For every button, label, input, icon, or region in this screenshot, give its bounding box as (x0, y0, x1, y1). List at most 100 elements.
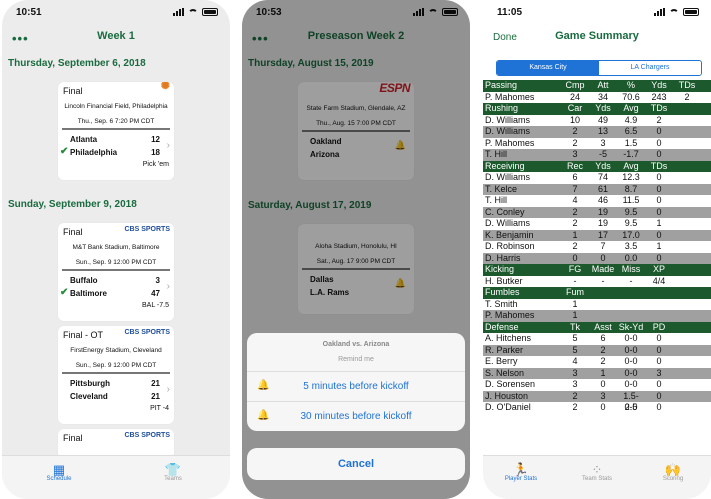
stat-cell: TDs (650, 160, 668, 171)
stats-section-header: Passing Cmp Att% Yds TDs (483, 80, 711, 92)
stats-row: E. Berry 4 2 0-0 0 (483, 356, 711, 368)
segment-la-chargers[interactable]: LA Chargers (599, 61, 701, 75)
stat-cell: 0 (656, 379, 662, 389)
stat-cell: PD (652, 321, 666, 332)
stat-cell (673, 299, 701, 311)
game-status: Final - OT (63, 330, 104, 340)
stat-cell (673, 379, 701, 391)
stat-cell: Made (591, 264, 615, 274)
stat-label: P. Mahomes (485, 310, 535, 320)
stat-label: D. Williams (485, 172, 530, 182)
stat-cell: Avg (623, 103, 639, 113)
stat-cell: 0 (656, 206, 662, 217)
away-team-row: Buffalo 3 (70, 276, 160, 285)
stat-cell: Tk (570, 321, 580, 332)
stat-cell: 0 (656, 137, 662, 148)
game-status: Final (63, 227, 83, 237)
remind-30-min-option[interactable]: 🔔 30 minutes before kickoff (247, 402, 465, 431)
stat-cell: 0 (656, 172, 662, 182)
stat-cell (673, 230, 701, 242)
stat-cell: 24 (569, 91, 580, 102)
game-summary-screen: 11:05 Done Game Summary Kansas City LA C… (483, 0, 711, 499)
stat-cell: 0-0 (624, 379, 638, 389)
stat-label: P. Mahomes (485, 91, 535, 102)
stat-cell: 0 (656, 252, 662, 263)
stat-cell: 0 (656, 126, 662, 136)
stat-cell: Avg (623, 160, 639, 171)
stat-label: Receiving (485, 160, 525, 171)
stat-cell: Miss (621, 264, 641, 274)
stat-cell: 0 (656, 402, 662, 412)
tab-schedule[interactable]: ▦ Schedule (2, 456, 116, 499)
stat-cell: 0-0 (624, 333, 638, 343)
stat-cell (673, 368, 701, 380)
nav-bar: Done Game Summary (483, 22, 711, 52)
stat-label: D. Williams (485, 114, 530, 125)
stat-cell: Cmp (565, 80, 585, 90)
stat-cell: 3 (572, 367, 578, 378)
status-bar: 10:51 (2, 0, 230, 22)
reminder-screen: 10:53 ••• Preseason Week 2 Thursday, Aug… (242, 0, 470, 499)
game-card[interactable]: Final - OT CBS SPORTS FirstEnergy Stadiu… (58, 326, 174, 424)
stat-label: A. Hitchens (485, 333, 532, 343)
stat-cell: 2 (572, 137, 578, 148)
stat-cell (673, 322, 701, 334)
stat-cell (673, 161, 701, 173)
home-team-row: Cleveland 21 (70, 392, 160, 401)
stat-cell (589, 310, 617, 322)
stat-cell (673, 402, 701, 414)
sheet-subtitle: Remind me (338, 356, 374, 363)
tab-team-stats[interactable]: ⁘ Team Stats (559, 456, 635, 499)
stat-label: D. Harris (485, 252, 521, 263)
stat-label: T. Hill (485, 149, 507, 159)
stat-cell: 2 (656, 114, 662, 125)
stat-cell: 0 (656, 195, 662, 205)
stat-cell: - (601, 275, 605, 286)
referee-icon: 🙌 (664, 462, 682, 477)
stat-label: Kicking (485, 264, 515, 274)
stat-label: Defense (485, 321, 519, 332)
tab-player-stats[interactable]: 🏃 Player Stats (483, 456, 559, 499)
stat-cell: 1 (600, 367, 606, 378)
stats-row: D. Sorensen 3 0 0-0 0 (483, 379, 711, 391)
stats-row: J. Houston 2 3 1.5-2.5 0 (483, 390, 711, 412)
stat-cell: 1.5 (624, 137, 638, 148)
segment-kansas-city[interactable]: Kansas City (497, 61, 599, 75)
tab-scoring[interactable]: 🙌 Scoring (635, 456, 711, 499)
stat-label: D. Williams (485, 218, 530, 228)
tab-teams[interactable]: 👕 Teams (116, 456, 230, 499)
game-card[interactable]: Final ✺ Lincoln Financial Field, Philade… (58, 82, 174, 180)
game-card[interactable]: Final CBS SPORTS M&T Bank Stadium, Balti… (58, 223, 174, 321)
stat-cell (673, 172, 701, 184)
stat-cell: 0-0 (624, 367, 638, 378)
chevron-right-icon: › (166, 281, 170, 292)
stat-cell: % (626, 80, 635, 90)
game-venue: M&T Bank Stadium, Baltimore (72, 244, 160, 251)
stat-cell: 9.5 (624, 218, 638, 228)
stat-cell: 74 (597, 172, 608, 182)
chevron-right-icon: › (166, 384, 170, 395)
stat-cell: 7 (600, 241, 606, 251)
stat-cell (673, 103, 701, 115)
remind-5-min-option[interactable]: 🔔 5 minutes before kickoff (247, 372, 465, 402)
game-venue: Lincoln Financial Field, Philadelphia (64, 103, 168, 110)
stats-row: D. O'Daniel 2 0 0-0 0 (483, 402, 711, 414)
stat-cell (645, 299, 673, 311)
stat-cell (673, 345, 701, 357)
stat-cell: 1 (572, 229, 578, 240)
stat-cell: 1 (572, 298, 578, 309)
stat-cell: 12.3 (622, 172, 640, 182)
stat-cell: 0 (656, 333, 662, 343)
stat-cell: 2 (572, 206, 578, 217)
stat-cell: Asst (594, 321, 612, 332)
stats-row: P. Mahomes 24 34 70.6 243 2 (483, 91, 711, 103)
stat-cell (673, 218, 701, 230)
cancel-button[interactable]: Cancel (247, 448, 465, 480)
stat-cell: 3 (600, 390, 606, 401)
stats-row: S. Nelson 3 1 0-0 3 (483, 367, 711, 380)
stats-row: D. Williams 2 19 9.5 1 (483, 218, 711, 230)
signal-icon (654, 8, 665, 16)
stat-cell: 2 (600, 344, 606, 355)
jersey-icon: 👕 (164, 462, 182, 477)
player-stats-table: Passing Cmp Att% Yds TDs P. Mahomes 24 34 70.6 24… (483, 80, 711, 414)
